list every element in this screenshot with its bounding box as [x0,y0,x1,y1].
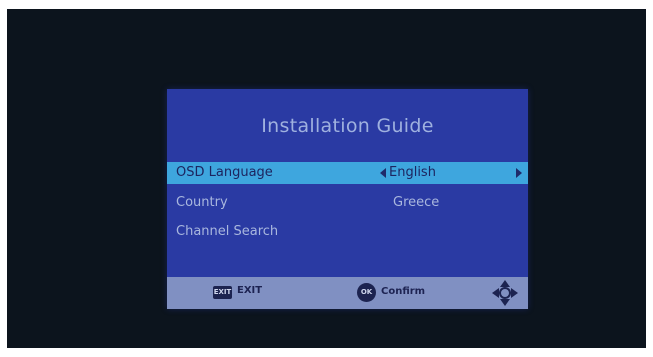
dpad-up-arrow-icon [500,280,510,287]
help-bar: EXIT EXIT OK Confirm [167,277,528,309]
dpad-down-arrow-icon [500,299,510,306]
installation-guide-dialog: Installation Guide OSD Language English … [167,89,528,309]
menu-item-value: English [389,165,436,180]
dpad-left-arrow-icon [492,288,499,298]
menu-item-label: Channel Search [176,224,279,239]
dpad-icon [492,280,518,306]
exit-hint-label: EXIT [237,285,263,296]
menu-item-country[interactable]: Country Greece [167,192,528,214]
menu-item-value: Greece [393,195,440,210]
tv-screen: Installation Guide OSD Language English … [7,9,646,348]
right-arrow-icon[interactable] [516,168,522,178]
confirm-hint-label: Confirm [381,286,426,297]
left-arrow-icon[interactable] [380,168,386,178]
menu-item-channel-search[interactable]: Channel Search [167,221,528,243]
dialog-title: Installation Guide [261,115,434,137]
menu-item-label: Country [176,195,228,210]
dpad-center-icon [499,287,511,299]
menu-item-osd-language[interactable]: OSD Language English [167,162,528,184]
exit-key-icon: EXIT [213,286,232,299]
dpad-right-arrow-icon [511,288,518,298]
menu-item-label: OSD Language [176,165,273,180]
ok-key-icon: OK [357,283,376,302]
